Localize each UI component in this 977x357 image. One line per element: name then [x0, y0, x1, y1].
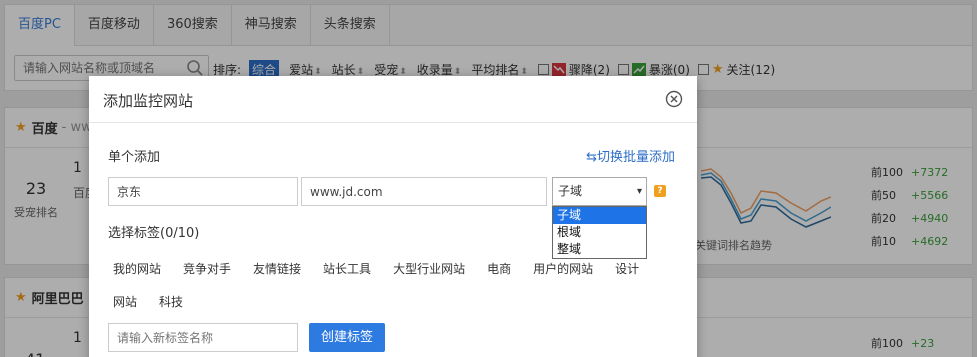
scope-option-root[interactable]: 根域 [553, 224, 646, 241]
tags-label: 选择标签(0/10) [108, 226, 200, 241]
single-add-label: 单个添加 [108, 150, 161, 165]
domain-scope-select[interactable]: 子域 ▾ [552, 177, 647, 206]
tag-item[interactable]: 网站 [113, 286, 137, 319]
chevron-down-icon: ▾ [636, 186, 642, 197]
batch-add-link[interactable]: ⇆切换批量添加 [586, 146, 675, 165]
tag-item[interactable]: 竞争对手 [183, 253, 231, 286]
tag-item[interactable]: 设计 [615, 253, 639, 286]
site-url-field[interactable] [301, 177, 547, 206]
dialog-title: 添加监控网站 [103, 92, 194, 110]
tag-item[interactable]: 站长工具 [323, 253, 371, 286]
new-tag-field[interactable] [108, 323, 298, 352]
tag-item[interactable]: 友情链接 [253, 253, 301, 286]
tag-item[interactable]: 科技 [159, 286, 183, 319]
add-site-dialog: 添加监控网站 单个添加 ⇆切换批量添加 子域 ▾ ? 子域 根域 整域 选择标签… [89, 76, 697, 357]
tag-list: 我的网站 竞争对手 友情链接 站长工具 大型行业网站 电商 用户的网站 设计网站 科技 [105, 253, 665, 319]
tag-item[interactable]: 用户的网站 [533, 253, 593, 286]
site-url-input[interactable] [310, 178, 546, 205]
close-icon[interactable] [665, 90, 683, 108]
domain-scope-options: 子域 根域 整域 [552, 206, 647, 259]
site-name-input[interactable] [117, 178, 297, 205]
tag-item[interactable]: 我的网站 [113, 253, 161, 286]
site-name-field[interactable] [108, 177, 298, 206]
tag-item[interactable]: 电商 [487, 253, 511, 286]
scope-option-subdomain[interactable]: 子域 [553, 207, 646, 224]
create-tag-button[interactable]: 创建标签 [309, 323, 385, 352]
dialog-header: 添加监控网站 [89, 76, 697, 123]
domain-scope-value: 子域 [558, 184, 583, 198]
tag-item[interactable]: 大型行业网站 [393, 253, 465, 286]
new-tag-input[interactable] [109, 324, 297, 351]
help-icon[interactable]: ? [654, 185, 666, 197]
